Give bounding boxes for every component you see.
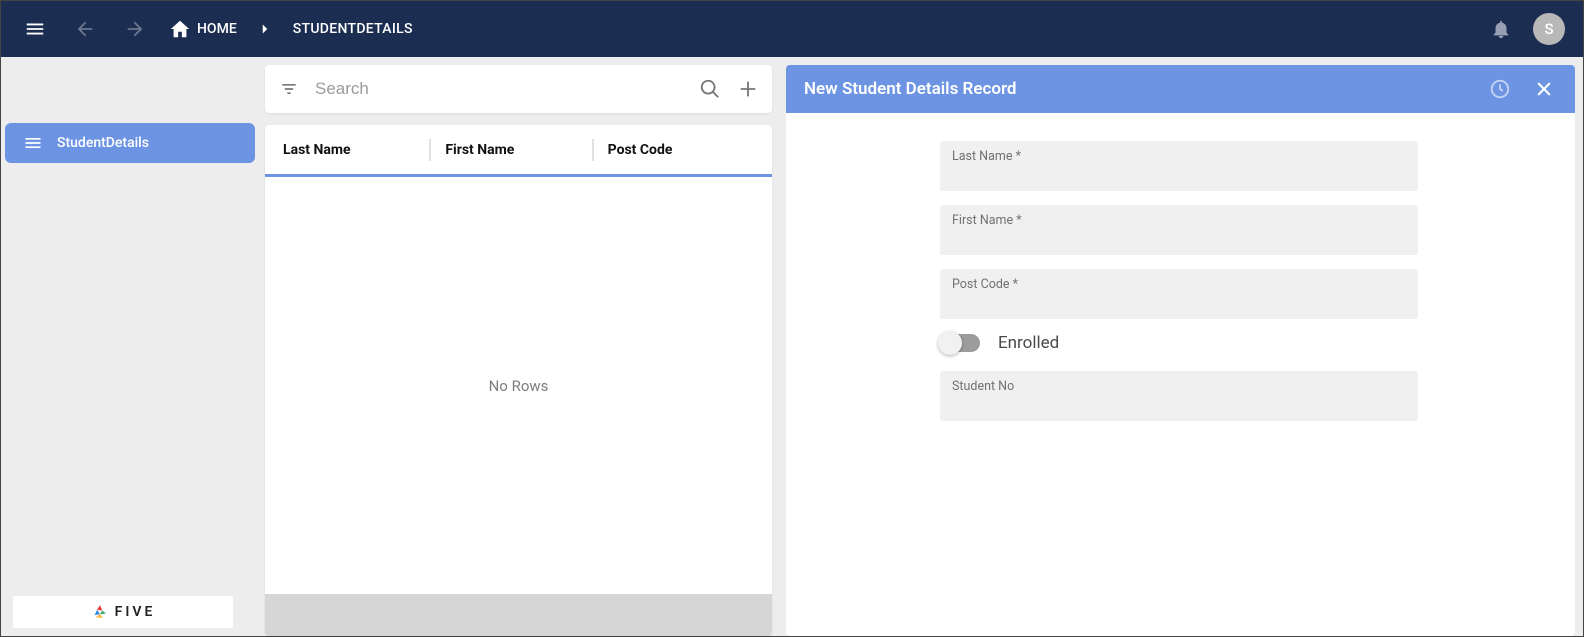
sidebar-item-label: StudentDetails — [57, 135, 149, 151]
enrolled-toggle[interactable] — [940, 334, 980, 352]
search-icon — [699, 78, 721, 100]
post-code-field[interactable]: Post Code * — [940, 269, 1418, 319]
close-icon — [1534, 79, 1554, 99]
post-code-input[interactable] — [952, 295, 1406, 312]
detail-header: New Student Details Record — [786, 65, 1575, 113]
sidebar: StudentDetails FIVE — [1, 57, 261, 636]
detail-body: Last Name * First Name * Post Code * Enr… — [786, 113, 1575, 636]
topbar-left: HOME STUDENTDETAILS — [19, 13, 413, 45]
enrolled-label: Enrolled — [998, 333, 1059, 353]
filter-button[interactable] — [275, 75, 303, 103]
avatar-initial: S — [1544, 20, 1553, 38]
brand-logo: FIVE — [13, 596, 233, 628]
search-input[interactable] — [313, 75, 686, 103]
breadcrumb-separator — [255, 20, 275, 38]
empty-state-text: No Rows — [489, 377, 549, 395]
search-bar — [265, 65, 772, 113]
last-name-label: Last Name * — [952, 149, 1406, 164]
breadcrumb-home[interactable]: HOME — [169, 18, 237, 40]
nav-forward-button — [119, 13, 151, 45]
student-no-label: Student No — [952, 379, 1406, 394]
plus-icon — [737, 78, 759, 100]
enrolled-row: Enrolled — [940, 333, 1418, 353]
detail-title: New Student Details Record — [804, 79, 1017, 99]
brand-logo-text: FIVE — [115, 604, 156, 620]
chevron-right-icon — [256, 20, 274, 38]
table-header: Last Name First Name Post Code — [265, 125, 772, 177]
home-icon — [169, 18, 191, 40]
nav-back-button — [69, 13, 101, 45]
history-button[interactable] — [1487, 76, 1513, 102]
breadcrumb-current: STUDENTDETAILS — [293, 21, 413, 37]
arrow-left-icon — [74, 18, 96, 40]
search-button[interactable] — [696, 75, 724, 103]
avatar[interactable]: S — [1533, 13, 1565, 45]
last-name-field[interactable]: Last Name * — [940, 141, 1418, 191]
post-code-label: Post Code * — [952, 277, 1406, 292]
menu-toggle-button[interactable] — [19, 13, 51, 45]
column-separator — [429, 139, 431, 161]
student-no-field[interactable]: Student No — [940, 371, 1418, 421]
hamburger-icon — [24, 18, 46, 40]
column-header-post-code[interactable]: Post Code — [608, 142, 754, 158]
last-name-input[interactable] — [952, 167, 1406, 184]
bell-icon — [1490, 18, 1512, 40]
detail-header-actions — [1487, 76, 1557, 102]
first-name-field[interactable]: First Name * — [940, 205, 1418, 255]
close-button[interactable] — [1531, 76, 1557, 102]
detail-panel: New Student Details Record Last Name * F… — [780, 57, 1583, 636]
clock-icon — [1489, 78, 1511, 100]
table-body: No Rows — [265, 177, 772, 594]
filter-icon — [279, 79, 299, 99]
content: StudentDetails FIVE — [1, 57, 1583, 636]
column-header-first-name[interactable]: First Name — [445, 142, 591, 158]
five-logo-icon — [91, 603, 109, 621]
first-name-label: First Name * — [952, 213, 1406, 228]
table-footer — [265, 594, 772, 636]
topbar: HOME STUDENTDETAILS S — [1, 1, 1583, 57]
topbar-right: S — [1485, 13, 1565, 45]
arrow-right-icon — [124, 18, 146, 40]
add-button[interactable] — [734, 75, 762, 103]
drag-handle-icon — [23, 133, 43, 153]
list-panel: Last Name First Name Post Code No Rows — [261, 57, 780, 636]
column-separator — [592, 139, 594, 161]
sidebar-item-studentdetails[interactable]: StudentDetails — [5, 123, 255, 163]
first-name-input[interactable] — [952, 231, 1406, 248]
breadcrumb-home-label: HOME — [197, 21, 237, 37]
student-no-input[interactable] — [952, 397, 1406, 414]
table-card: Last Name First Name Post Code No Rows — [265, 125, 772, 636]
column-header-last-name[interactable]: Last Name — [283, 142, 429, 158]
notifications-button[interactable] — [1485, 13, 1517, 45]
